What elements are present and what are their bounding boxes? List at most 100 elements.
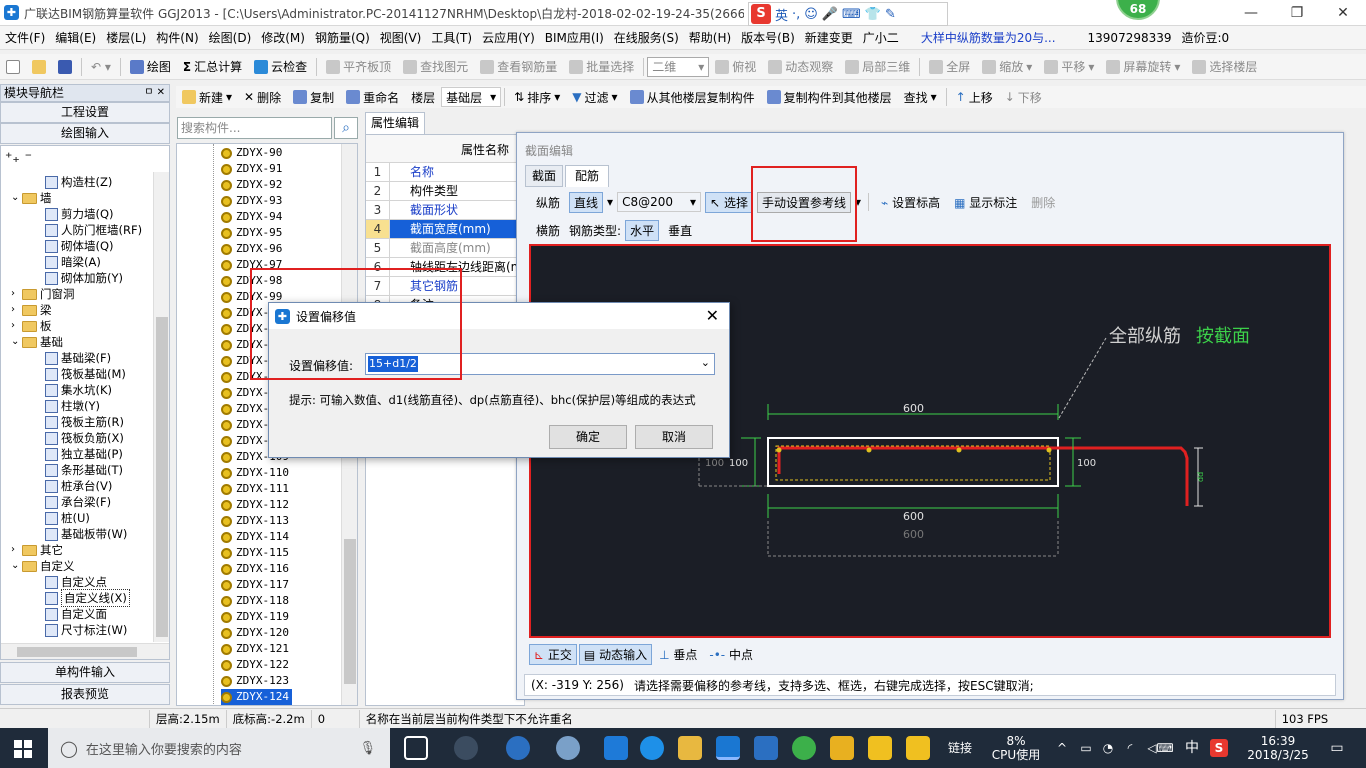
- rename-button[interactable]: 重命名: [340, 89, 405, 106]
- show-label-button[interactable]: ▦ 显示标注: [949, 192, 1022, 213]
- orbit-button[interactable]: 动态观察: [762, 58, 839, 75]
- tree-toggle-icon[interactable]: ›: [11, 318, 19, 334]
- delete-rebar-button[interactable]: 删除: [1026, 192, 1060, 213]
- delete-component-button[interactable]: ✕ 删除: [238, 89, 287, 106]
- menu-tools[interactable]: 工具(T): [426, 26, 477, 50]
- menu-component[interactable]: 构件(N): [151, 26, 203, 50]
- task-view-icon[interactable]: [404, 736, 428, 760]
- notes-icon[interactable]: [830, 736, 854, 760]
- nav-tree-item[interactable]: 桩(U): [45, 510, 90, 526]
- perpendicular-snap-button[interactable]: ⊥ 垂点: [654, 644, 702, 665]
- nav-tree-item[interactable]: 自定义面: [45, 606, 107, 622]
- score-badge[interactable]: 68: [1116, 0, 1160, 20]
- copy-from-floor-button[interactable]: 从其他楼层复制构件: [624, 89, 761, 106]
- component-list-item[interactable]: ZDYX-123: [221, 673, 289, 689]
- tray-expand-icon[interactable]: ^: [1052, 728, 1072, 768]
- taskbar-search[interactable]: ◯ 在这里输入你要搜索的内容 🎙: [48, 728, 390, 768]
- select-floor-button[interactable]: 选择楼层: [1186, 58, 1263, 75]
- nav-tree-item[interactable]: 桩承台(V): [45, 478, 112, 494]
- component-list-item[interactable]: ZDYX-113: [221, 513, 289, 529]
- pan-button[interactable]: 平移 ▾: [1038, 58, 1100, 75]
- ime-tools-icon[interactable]: ✎: [885, 7, 896, 22]
- menu-rebar[interactable]: 钢筋量(Q): [310, 26, 375, 50]
- component-list-item[interactable]: ZDYX-115: [221, 545, 289, 561]
- component-list-item[interactable]: ZDYX-116: [221, 561, 289, 577]
- ok-button[interactable]: 确定: [549, 425, 627, 449]
- component-list-item[interactable]: ZDYX-114: [221, 529, 289, 545]
- menu-edit[interactable]: 编辑(E): [50, 26, 101, 50]
- component-list-item[interactable]: ZDYX-117: [221, 577, 289, 593]
- news-link[interactable]: 大样中纵筋数量为20与...: [916, 26, 1061, 50]
- top-view-button[interactable]: 俯视: [709, 58, 762, 75]
- stirrup-mode[interactable]: 横筋: [531, 220, 565, 241]
- tree-toggle-icon[interactable]: ›: [11, 302, 19, 318]
- find-element-button[interactable]: 查找图元: [397, 58, 474, 75]
- tree-toggle-icon[interactable]: ›: [11, 286, 19, 302]
- nav-tree-item[interactable]: 暗梁(A): [45, 254, 101, 270]
- menu-draw[interactable]: 绘图(D): [204, 26, 257, 50]
- expand-all-icon[interactable]: ⁺₊ ⁻: [5, 150, 32, 166]
- file-explorer-icon[interactable]: [678, 736, 702, 760]
- tree-toggle-icon[interactable]: ⌄: [11, 334, 19, 350]
- project-settings-button[interactable]: 工程设置: [0, 102, 170, 123]
- view-mode-select[interactable]: 二维 ▾: [647, 56, 710, 77]
- wifi-icon[interactable]: ◜: [1120, 728, 1140, 768]
- component-list-item[interactable]: ZDYX-110: [221, 465, 289, 481]
- component-search-input[interactable]: 搜索构件...: [177, 117, 332, 139]
- nav-tree-item[interactable]: 承台梁(F): [45, 494, 111, 510]
- component-list-item[interactable]: ZDYX-122: [221, 657, 289, 673]
- nav-tree-item[interactable]: 自定义线(X): [45, 589, 130, 607]
- maximize-button[interactable]: ❐: [1274, 0, 1320, 26]
- property-row[interactable]: 4 截面宽度(mm): [366, 220, 524, 239]
- property-row[interactable]: 1 名称: [366, 163, 524, 182]
- undo-icon[interactable]: ↶ ▾: [85, 60, 117, 74]
- component-list-item[interactable]: ZDYX-119: [221, 609, 289, 625]
- nav-tree-item[interactable]: 筏板主筋(R): [45, 414, 124, 430]
- ime-keyboard-icon[interactable]: ⌨: [842, 7, 861, 22]
- ie-blue-icon[interactable]: [640, 736, 664, 760]
- rebar-line[interactable]: [777, 446, 1189, 506]
- menu-version[interactable]: 版本号(B): [736, 26, 800, 50]
- ime-emoji-icon[interactable]: ☺: [804, 7, 818, 22]
- notification-icon[interactable]: ▭: [1322, 728, 1352, 768]
- sogou-tray-icon[interactable]: S: [1208, 728, 1230, 768]
- ortho-button[interactable]: ⊾ 正交: [529, 643, 577, 665]
- component-list-item[interactable]: ZDYX-121: [221, 641, 289, 657]
- tab-reinforcement[interactable]: 配筋: [565, 165, 609, 187]
- user-phone[interactable]: 13907298339: [1083, 26, 1177, 50]
- fan-app-icon[interactable]: [454, 736, 478, 760]
- copy-to-floor-button[interactable]: 复制构件到其他楼层: [761, 89, 898, 106]
- nav-hscrollbar[interactable]: [1, 643, 169, 659]
- nav-tree-item[interactable]: 筏板负筋(X): [45, 430, 124, 446]
- rebar-spec-select[interactable]: C8@200 ▾: [617, 192, 702, 212]
- windows-start-icon[interactable]: [14, 740, 32, 758]
- ime-skin-icon[interactable]: 👕: [865, 7, 881, 22]
- ime-punct[interactable]: ·,: [792, 7, 800, 22]
- line-mode-button[interactable]: 直线: [569, 191, 604, 213]
- mic-icon[interactable]: 🎙: [359, 741, 376, 756]
- nav-tree-item[interactable]: 筏板基础(M): [45, 366, 126, 382]
- glodon-taskbar-icon[interactable]: [716, 736, 740, 760]
- tree-toggle-icon[interactable]: ⌄: [11, 558, 19, 574]
- component-list-item[interactable]: ZDYX-91: [221, 161, 282, 177]
- new-file-icon[interactable]: [0, 59, 26, 74]
- nav-tree-item[interactable]: 条形基础(T): [45, 462, 123, 478]
- component-list-item[interactable]: ZDYX-118: [221, 593, 289, 609]
- single-component-button[interactable]: 单构件输入: [0, 662, 170, 683]
- move-up-button[interactable]: ↑ 上移: [950, 89, 999, 106]
- midpoint-snap-button[interactable]: -•- 中点: [704, 644, 758, 665]
- edge-icon[interactable]: [604, 736, 628, 760]
- menu-bim[interactable]: BIM应用(I): [540, 26, 609, 50]
- cloud-check-button[interactable]: 云检查: [248, 58, 313, 75]
- nav-tree-item[interactable]: ⌄ 自定义: [11, 558, 75, 574]
- menu-view[interactable]: 视图(V): [375, 26, 427, 50]
- select-button[interactable]: ↖ 选择: [705, 191, 753, 213]
- offset-dropdown-icon[interactable]: ⌄: [701, 356, 710, 369]
- nav-tree-item[interactable]: 基础梁(F): [45, 350, 111, 366]
- tab-property-edit[interactable]: 属性编辑: [365, 112, 425, 134]
- floor-select[interactable]: 基础层 ▾: [441, 87, 502, 107]
- fullscreen-button[interactable]: 全屏: [923, 58, 976, 75]
- green-app-icon[interactable]: [792, 736, 816, 760]
- ime-toolbar[interactable]: S 英 ·, ☺ 🎤 ⌨ 👕 ✎: [748, 2, 948, 26]
- help-app-icon[interactable]: [868, 736, 892, 760]
